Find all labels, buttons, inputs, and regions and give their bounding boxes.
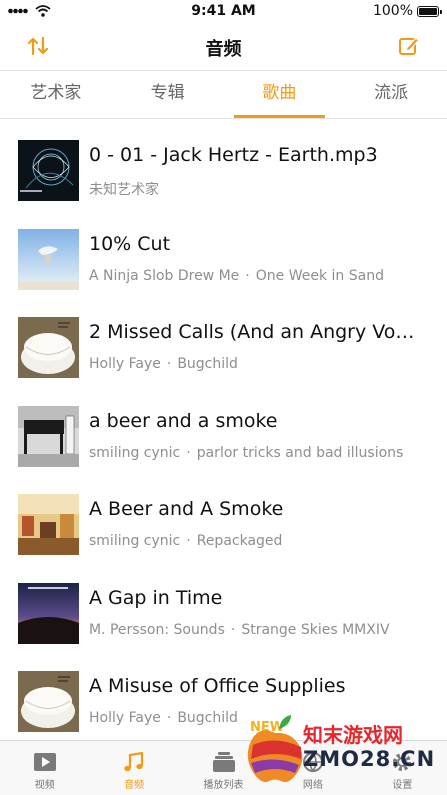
tabbar-playlist[interactable]: 播放列表 bbox=[179, 741, 268, 795]
tabbar-settings[interactable]: 设置 bbox=[358, 741, 447, 795]
album-art bbox=[18, 228, 79, 290]
tabbar-label: 音频 bbox=[124, 780, 145, 791]
page-title: 音频 bbox=[205, 39, 242, 60]
song-row[interactable]: a beer and a smoke smiling cynic · parlor … bbox=[0, 386, 447, 475]
playlist-icon bbox=[212, 752, 235, 772]
separator: · bbox=[186, 533, 191, 549]
separator: · bbox=[166, 356, 172, 372]
tabbar-label: 设置 bbox=[392, 780, 413, 791]
video-play-icon bbox=[33, 753, 56, 771]
song-album: Strange Skies MMXIV bbox=[241, 621, 390, 638]
tabbar-network[interactable]: 网络 bbox=[268, 741, 357, 795]
gear-icon bbox=[393, 753, 412, 771]
song-subtitle: M. Persson: Sounds · Strange Skies MMXIV bbox=[89, 622, 427, 638]
song-title: A Gap in Time bbox=[89, 586, 223, 609]
song-title: 2 Missed Calls (And an Angry Voi... bbox=[89, 321, 417, 343]
song-title: 10% Cut bbox=[89, 232, 171, 255]
song-artist: smiling cynic bbox=[89, 533, 181, 549]
song-row[interactable]: 0 - 01 - Jack Hertz - Earth.mp3 未知艺术家 bbox=[0, 120, 447, 209]
network-icon bbox=[302, 752, 323, 773]
tabbar-audio[interactable]: 音频 bbox=[89, 741, 178, 795]
tab-artists[interactable]: 艺术家 bbox=[0, 71, 112, 118]
song-artist: Holly Faye bbox=[89, 356, 161, 372]
battery-percent: 100% bbox=[372, 3, 413, 19]
separator: · bbox=[186, 444, 191, 461]
song-list: 0 - 01 - Jack Hertz - Earth.mp3 未知艺术家 10… bbox=[0, 120, 447, 740]
song-subtitle: smiling cynic · Repackaged bbox=[89, 533, 427, 549]
song-artist: 未知艺术家 bbox=[89, 182, 159, 198]
status-right: 100% bbox=[372, 3, 442, 19]
song-row[interactable]: A Beer and A Smoke smiling cynic · Repacka… bbox=[0, 474, 447, 563]
song-title: A Misuse of Office Supplies bbox=[89, 675, 346, 697]
song-album: One Week in Sand bbox=[255, 267, 384, 284]
album-art bbox=[18, 671, 79, 732]
song-subtitle: Holly Faye · Bugchild bbox=[89, 356, 427, 372]
song-album: parlor tricks and bad illusions bbox=[196, 444, 404, 461]
album-art bbox=[18, 405, 79, 467]
separator: · bbox=[166, 710, 172, 726]
edit-icon bbox=[399, 37, 420, 55]
music-note-icon bbox=[124, 751, 144, 772]
song-album: Bugchild bbox=[177, 356, 238, 372]
song-artist: smiling cynic bbox=[89, 444, 181, 461]
tabbar-label: 网络 bbox=[302, 780, 323, 791]
tab-albums[interactable]: 专辑 bbox=[112, 71, 224, 118]
new-badge: NEW bbox=[250, 720, 285, 735]
edit-button[interactable] bbox=[395, 32, 423, 60]
song-row[interactable]: 2 Missed Calls (And an Angry Voi... Holl… bbox=[0, 297, 447, 386]
song-artist: M. Persson: Sounds bbox=[89, 621, 225, 638]
album-art bbox=[18, 317, 79, 378]
status-bar: 9:41 AM 100% bbox=[0, 0, 447, 22]
album-art bbox=[18, 494, 79, 555]
song-artist: A Ninja Slob Drew Me bbox=[89, 267, 240, 284]
separator: · bbox=[230, 621, 236, 638]
album-art bbox=[18, 582, 79, 644]
tabbar-label: 视频 bbox=[34, 780, 55, 791]
tabbar-label: 播放列表 bbox=[203, 780, 244, 791]
bottom-tab-bar: 视频 音频 播放列表 网络 设置 bbox=[0, 740, 447, 795]
song-subtitle: smiling cynic · parlor tricks and bad illu… bbox=[89, 445, 427, 461]
album-art bbox=[18, 140, 79, 201]
tabbar-video[interactable]: 视频 bbox=[0, 741, 89, 795]
song-album: Repackaged bbox=[196, 533, 283, 549]
song-title: a beer and a smoke bbox=[89, 409, 278, 432]
song-artist: Holly Faye bbox=[89, 710, 161, 726]
segment-tabs: 艺术家 专辑 歌曲 流派 bbox=[0, 71, 447, 119]
song-album: Bugchild bbox=[177, 710, 238, 726]
battery-icon bbox=[417, 5, 442, 17]
tab-genres[interactable]: 流派 bbox=[335, 71, 447, 118]
song-title: 0 - 01 - Jack Hertz - Earth.mp3 bbox=[89, 144, 378, 166]
song-subtitle: 未知艺术家 bbox=[89, 179, 427, 199]
navigation-bar: 音频 bbox=[0, 22, 447, 71]
song-row[interactable]: 10% Cut A Ninja Slob Drew Me · One Week in… bbox=[0, 209, 447, 298]
separator: · bbox=[245, 267, 250, 284]
song-row[interactable]: A Misuse of Office Supplies Holly Faye · B… bbox=[0, 651, 447, 740]
song-subtitle: A Ninja Slob Drew Me · One Week in Sand bbox=[89, 268, 427, 284]
tab-songs[interactable]: 歌曲 bbox=[224, 71, 336, 118]
song-row[interactable]: A Gap in Time M. Persson: Sounds · Strange… bbox=[0, 563, 447, 652]
song-title: A Beer and A Smoke bbox=[89, 498, 284, 520]
